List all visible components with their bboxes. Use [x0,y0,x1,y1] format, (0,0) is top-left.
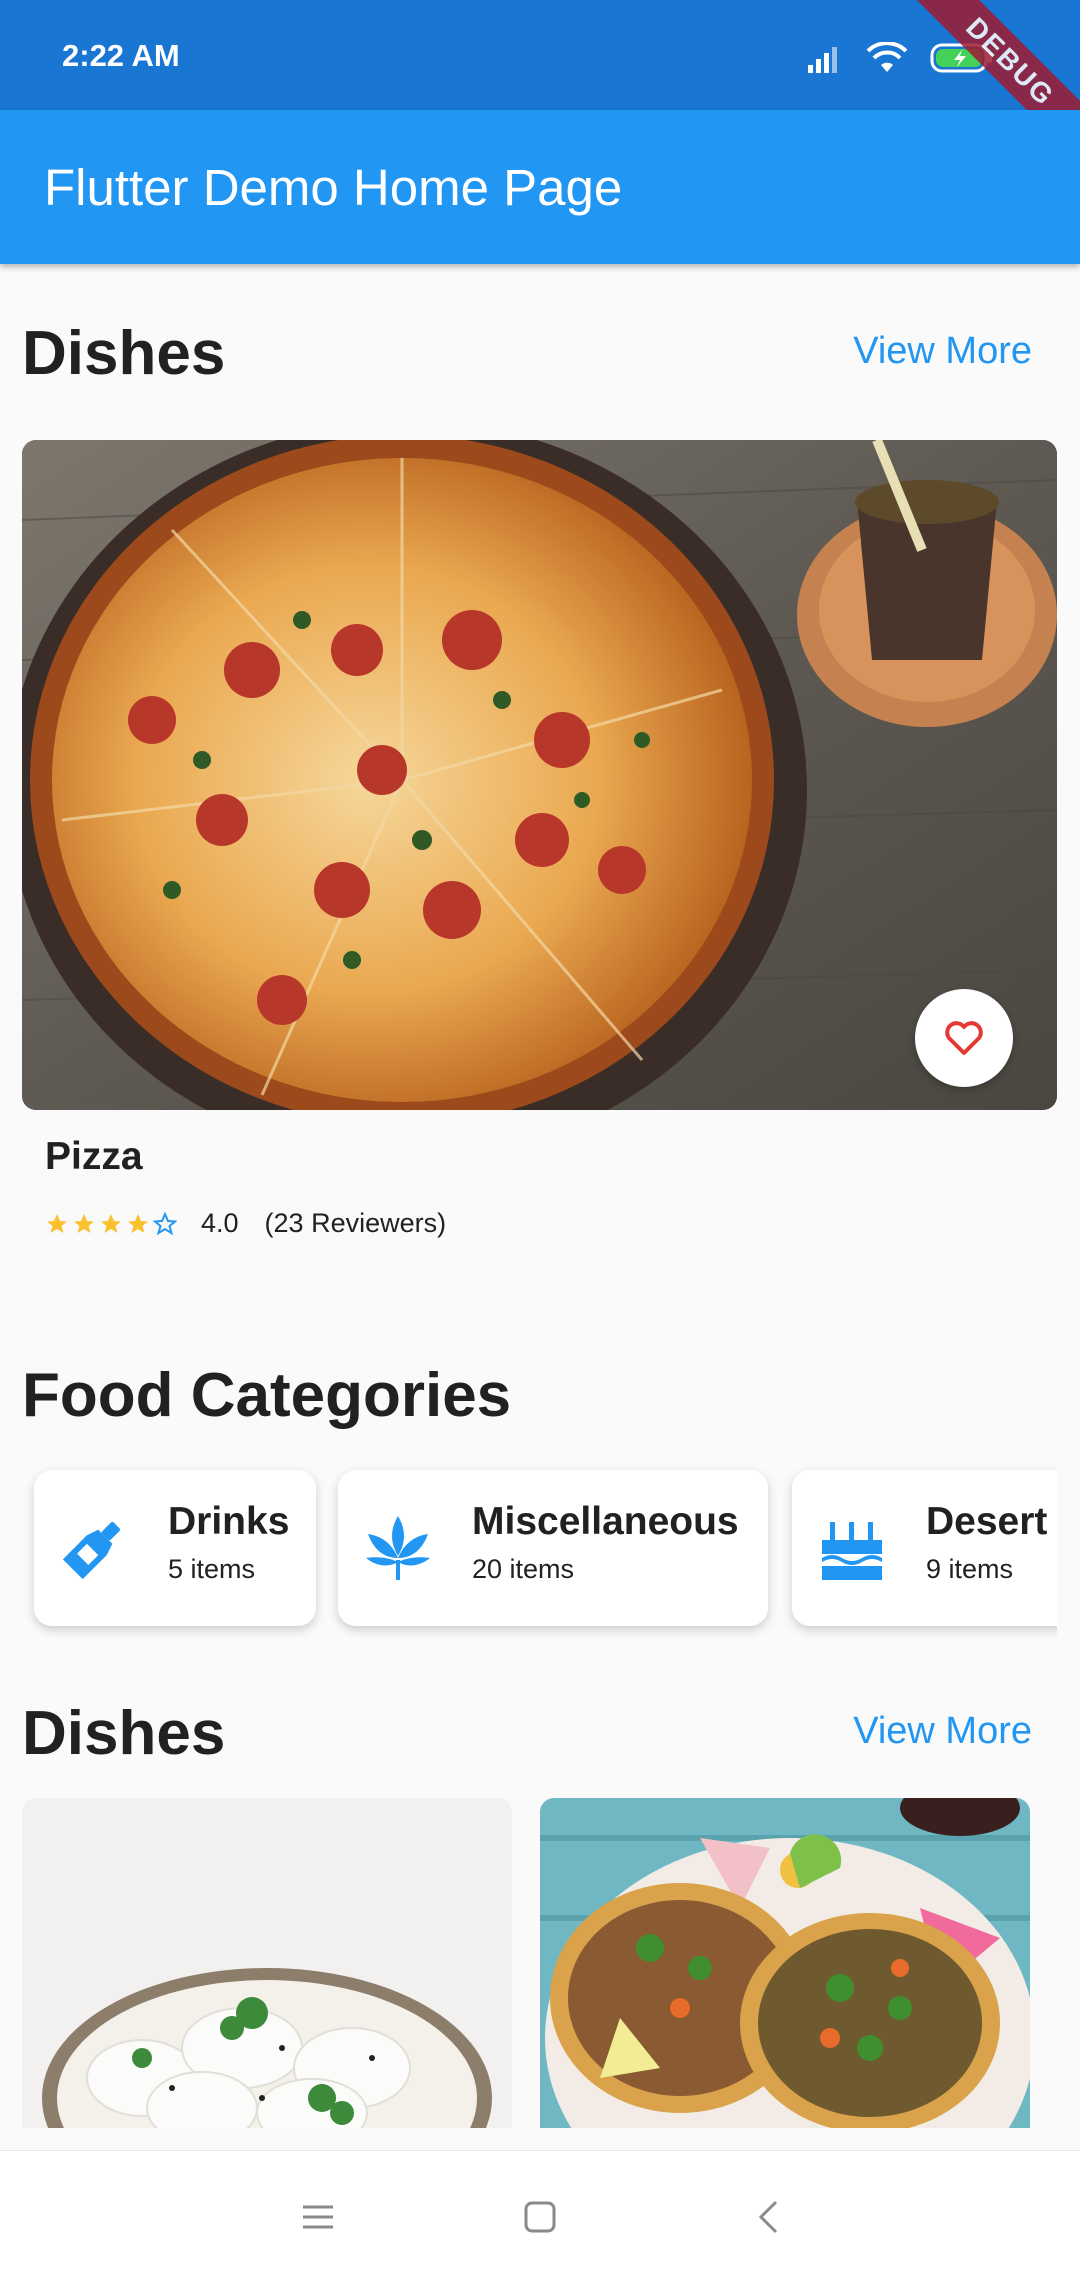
cake-icon [822,1522,882,1580]
app-bar-title: Flutter Demo Home Page [44,159,623,216]
category-name: Desert [926,1500,1048,1543]
favorite-button[interactable] [915,989,1013,1087]
section-title: Food Categories [22,1361,512,1430]
category-name: Drinks [168,1500,290,1543]
leaf-icon [366,1516,430,1580]
category-card-desert[interactable]: Desert 9 items [792,1470,1057,1626]
app-bar: Flutter Demo Home Page [0,110,1080,264]
view-more-link[interactable]: View More [853,1710,1032,1753]
category-count: 5 items [168,1554,256,1584]
category-count: 20 items [472,1554,575,1584]
rating-row: 4.0 (23 Reviewers) [45,1208,446,1239]
category-card-drinks[interactable]: Drinks 5 items [34,1470,316,1626]
back-chevron-icon [758,2200,778,2234]
dishes-section-header-2: Dishes View More [22,1698,1032,1778]
featured-dish-image[interactable] [22,440,1057,1110]
dish-thumbnail-dumplings[interactable] [22,1798,512,2128]
star-filled-icon [101,1213,121,1233]
system-nav-bar [0,2150,1080,2281]
featured-dish-name: Pizza [45,1135,143,1178]
category-list[interactable]: Drinks 5 items Miscellaneous 20 items De… [22,1458,1057,1638]
home-button[interactable] [510,2191,570,2243]
star-filled-icon [74,1213,94,1233]
menu-button[interactable] [288,2191,348,2243]
section-title: Dishes [22,319,226,388]
heart-outline-icon [945,1021,983,1055]
status-time: 2:22 AM [62,38,180,73]
food-categories-header: Food Categories [22,1360,1032,1440]
status-bar: 2:22 AM DEBUG [0,0,1080,170]
back-button[interactable] [738,2191,798,2243]
dumplings-illustration [22,1798,512,2128]
reviewers-count: (23 Reviewers) [264,1208,447,1238]
star-filled-icon [47,1213,67,1233]
bottle-icon [62,1521,121,1580]
signal-icon [808,47,837,73]
home-square-icon [524,2201,556,2233]
star-outline-icon [153,1211,177,1235]
tacos-illustration [540,1798,1030,2128]
category-card-miscellaneous[interactable]: Miscellaneous 20 items [338,1470,768,1626]
dish-thumbnail-tacos[interactable] [540,1798,1030,2128]
view-more-link[interactable]: View More [853,330,1032,373]
wifi-icon [866,42,908,72]
star-rating [45,1211,177,1236]
star-filled-icon [128,1213,148,1233]
category-name: Miscellaneous [472,1500,739,1543]
section-title: Dishes [22,1699,226,1768]
pizza-illustration [22,440,1057,1110]
menu-icon [303,2205,333,2229]
category-count: 9 items [926,1554,1014,1584]
rating-value: 4.0 [201,1208,239,1238]
dishes-section-header: Dishes View More [22,318,1032,398]
